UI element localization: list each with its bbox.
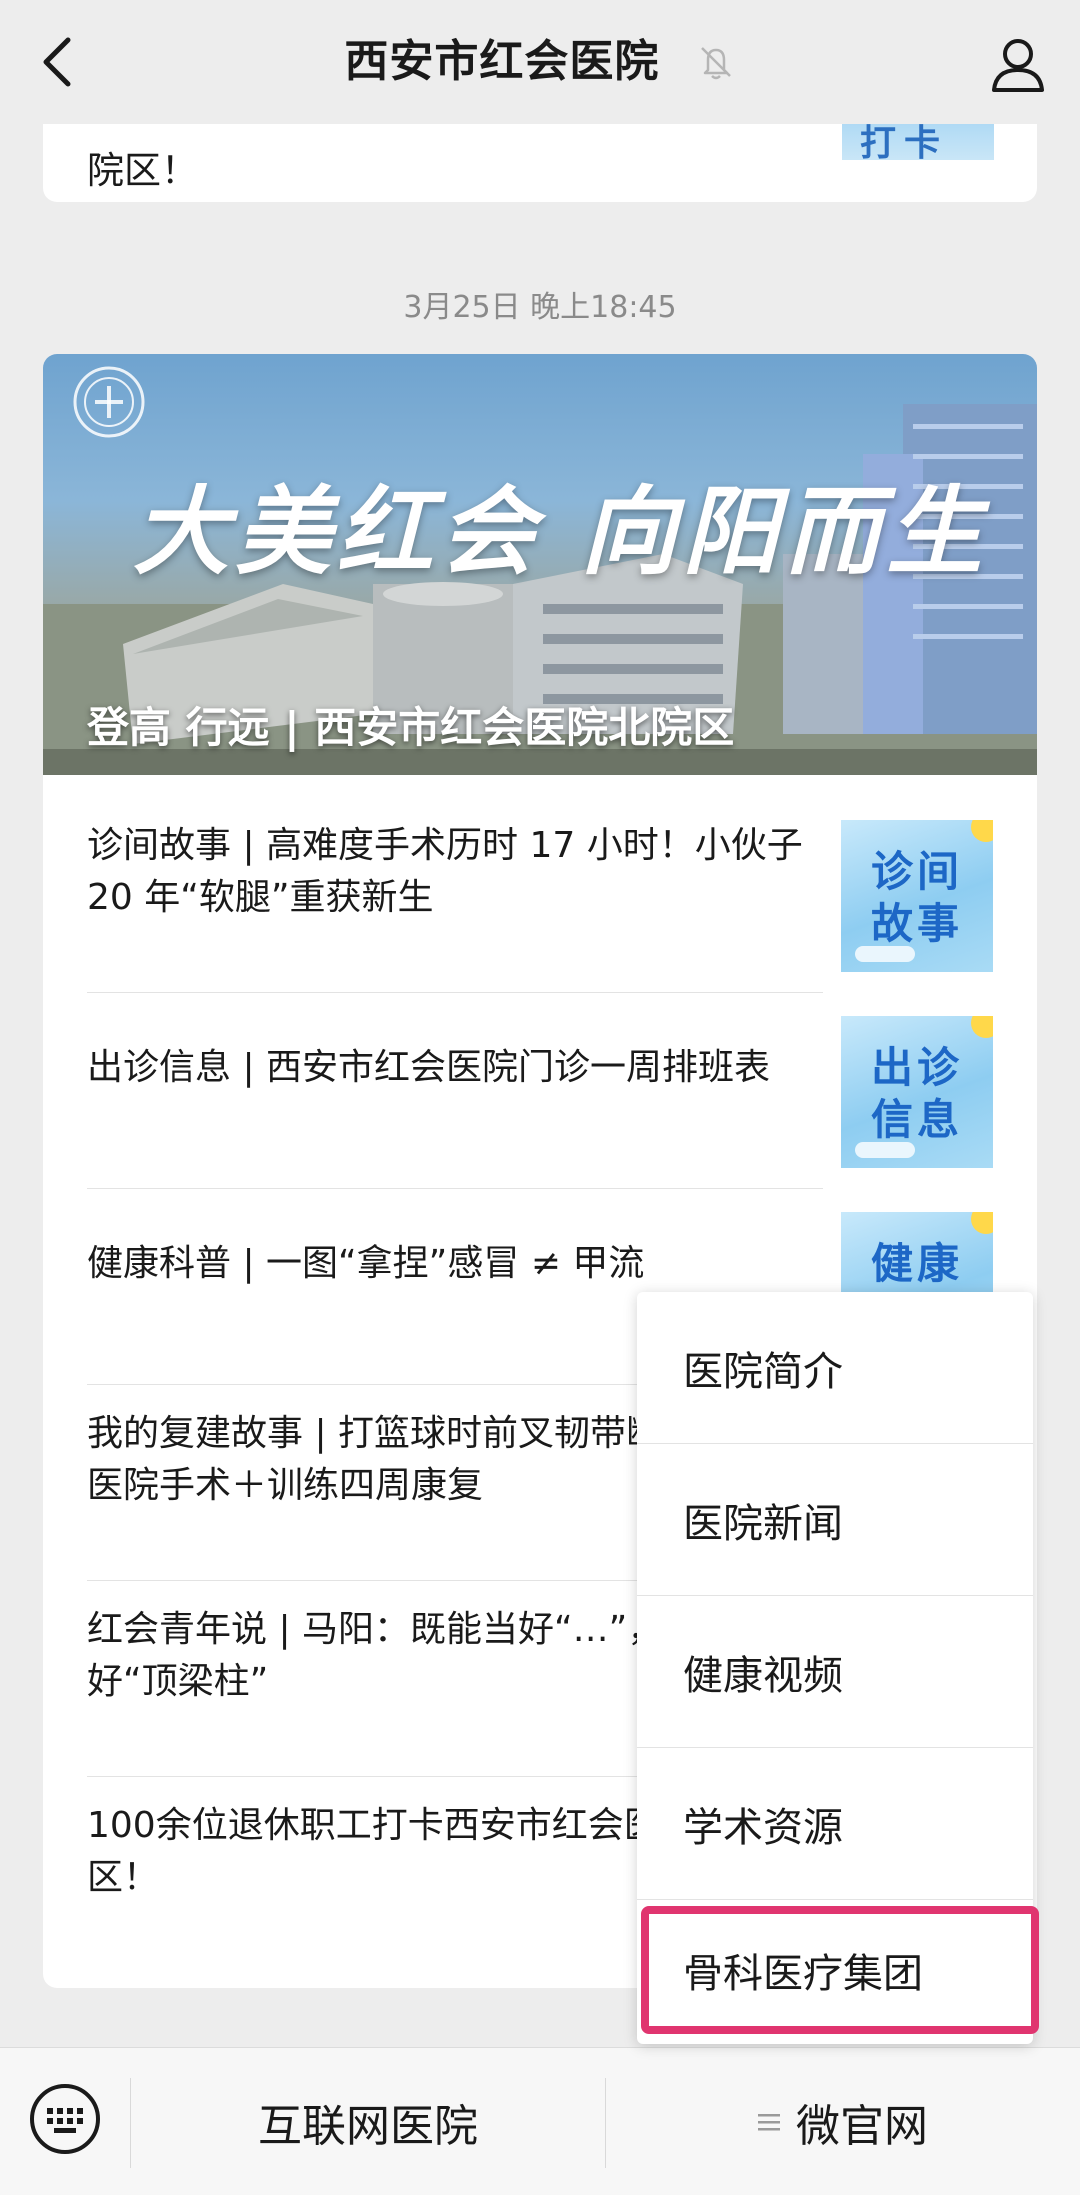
- hospital-logo-icon: [73, 366, 145, 438]
- keyboard-icon[interactable]: [28, 2082, 102, 2156]
- previous-article-title: 院区！: [87, 149, 198, 192]
- thumbnail-text: 出诊信息: [870, 1043, 963, 1144]
- cloud-decoration: [855, 1142, 915, 1158]
- thumbnail-text: 诊间故事: [870, 847, 963, 948]
- account-name: 西安市红会医院: [344, 36, 660, 87]
- menu-divider: [637, 1899, 1033, 1900]
- menu-item-hospital-intro[interactable]: 医院简介: [637, 1292, 1033, 1443]
- sun-decoration: [971, 1016, 993, 1038]
- chat-header: 西安市红会医院: [0, 0, 1080, 124]
- official-site-popup-menu: 医院简介 医院新闻 健康视频 学术资源 骨科医疗集团: [637, 1292, 1039, 2044]
- article-title: 诊间故事 | 高难度手术历时 17 小时！小伙子 20 年“软腿”重获新生: [87, 825, 803, 918]
- menu-item-health-video[interactable]: 健康视频: [637, 1596, 1033, 1747]
- article-item[interactable]: 诊间故事 | 高难度手术历时 17 小时！小伙子 20 年“软腿”重获新生 诊间…: [87, 775, 993, 972]
- message-timestamp: 3月25日 晚上18:45: [403, 290, 677, 325]
- menu-item-orthopedic-group[interactable]: 骨科医疗集团: [641, 1906, 1039, 2034]
- tab-internet-hospital-label: 互联网医院: [258, 2100, 478, 2152]
- banner-slogan: 大美红会 向阳而生: [133, 475, 989, 588]
- banner-article[interactable]: 大美红会 向阳而生 登高 行远 | 西安市红会医院北院区: [43, 354, 1037, 775]
- bottom-menu-bar: 互联网医院 微官网: [0, 2047, 1080, 2195]
- sun-decoration: [971, 1212, 993, 1234]
- tab-official-site[interactable]: 微官网: [606, 2048, 1080, 2195]
- menu-item-academic-resources[interactable]: 学术资源: [637, 1748, 1033, 1899]
- tab-internet-hospital[interactable]: 互联网医院: [131, 2048, 605, 2195]
- menu-lines-icon: [758, 2113, 780, 2130]
- article-thumbnail: 出诊信息: [841, 1016, 993, 1168]
- article-thumbnail: 诊间故事: [841, 820, 993, 972]
- banner-article-title: 登高 行远 | 西安市红会医院北院区: [87, 703, 735, 752]
- tab-official-site-label: 微官网: [796, 2100, 928, 2152]
- mute-bell-icon: [700, 47, 731, 80]
- cloud-decoration: [855, 946, 915, 962]
- thumbnail-text: 健康: [870, 1239, 963, 1288]
- menu-item-hospital-news[interactable]: 医院新闻: [637, 1444, 1033, 1595]
- article-title: 出诊信息 | 西安市红会医院门诊一周排班表: [87, 1047, 771, 1088]
- page-title: 西安市红会医院: [0, 28, 1080, 94]
- sun-decoration: [971, 820, 993, 842]
- article-item[interactable]: 出诊信息 | 西安市红会医院门诊一周排班表 出诊信息: [87, 971, 993, 1168]
- profile-icon[interactable]: [986, 32, 1050, 96]
